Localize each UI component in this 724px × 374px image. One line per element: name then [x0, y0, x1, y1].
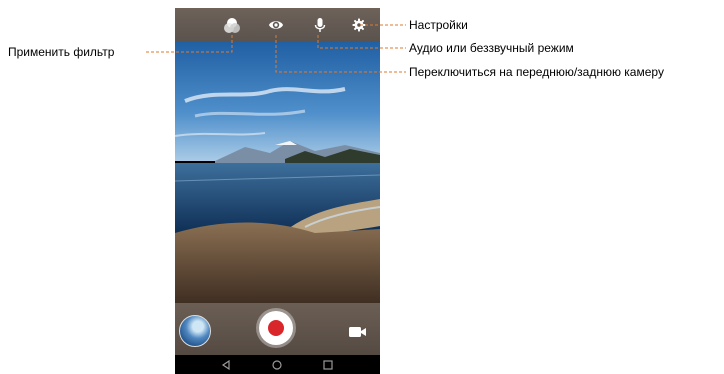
gallery-thumbnail[interactable]	[179, 315, 211, 347]
phone-screen	[175, 8, 380, 374]
filter-icon[interactable]	[223, 16, 241, 34]
record-dot-icon	[268, 320, 284, 336]
switch-camera-icon[interactable]	[267, 16, 285, 34]
microphone-icon[interactable]	[311, 16, 329, 34]
callout-settings: Настройки	[409, 18, 468, 32]
video-mode-icon[interactable]	[349, 325, 367, 337]
back-icon[interactable]	[219, 358, 233, 372]
camera-bottom-bar	[175, 303, 380, 355]
recents-icon[interactable]	[321, 358, 335, 372]
callout-switch-camera: Переключиться на переднюю/заднюю камеру	[409, 65, 664, 79]
viewfinder-scene	[175, 41, 380, 303]
camera-top-bar	[175, 8, 380, 41]
home-icon[interactable]	[270, 358, 284, 372]
settings-gear-icon[interactable]	[350, 16, 368, 34]
record-button[interactable]	[259, 311, 293, 345]
android-nav-bar	[175, 355, 380, 374]
callout-filter: Применить фильтр	[8, 45, 115, 59]
callout-audio: Аудио или беззвучный режим	[409, 41, 574, 55]
camera-viewfinder[interactable]	[175, 41, 380, 303]
